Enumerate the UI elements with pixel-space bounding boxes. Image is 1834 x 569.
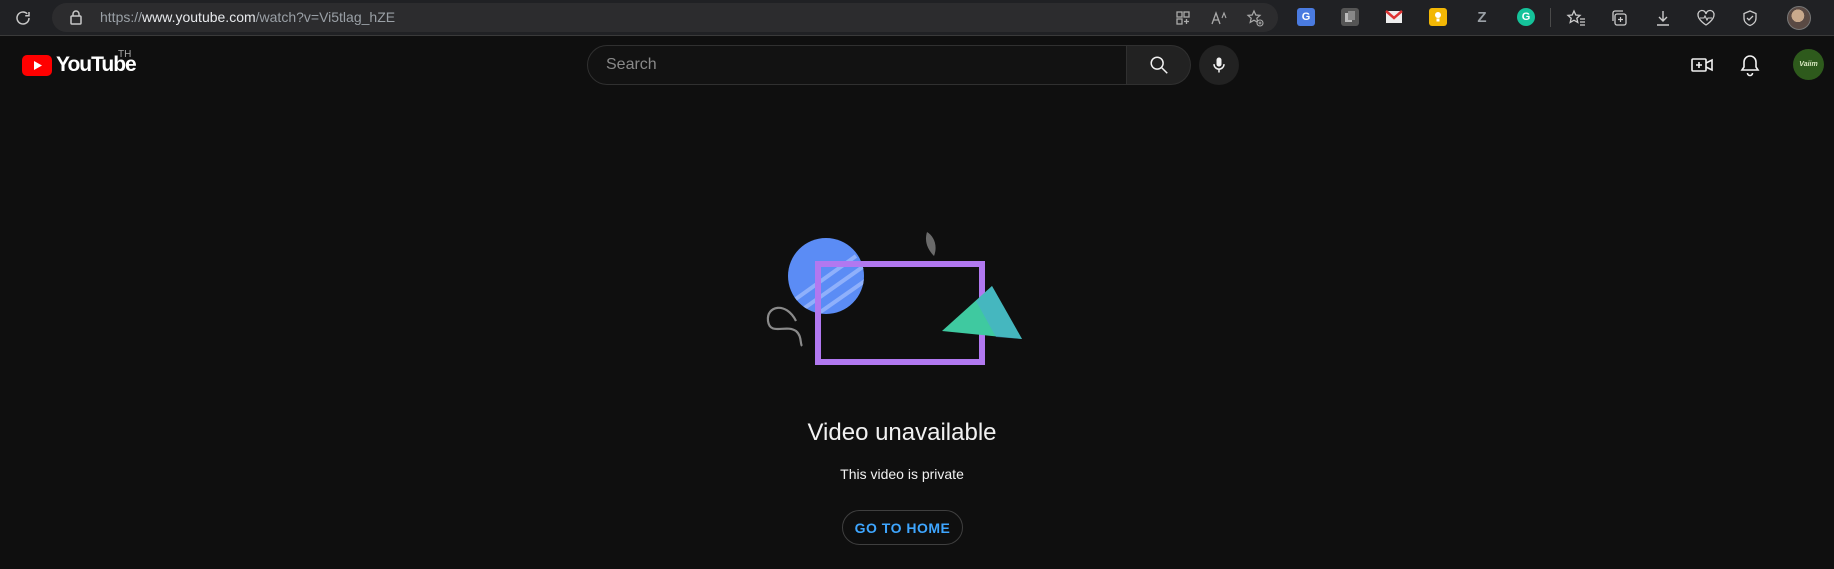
browser-toolbar: https://www.youtube.com/watch?v=Vi5tlag_…	[0, 0, 1834, 36]
address-bar[interactable]: https://www.youtube.com/watch?v=Vi5tlag_…	[52, 3, 1278, 32]
google-translate-icon[interactable]: G	[1297, 8, 1315, 26]
toolbar-divider	[1550, 8, 1551, 27]
create-video-button[interactable]	[1689, 52, 1715, 78]
read-aloud-icon[interactable]	[1210, 9, 1228, 27]
squiggle-shape	[766, 306, 803, 347]
voice-search-button[interactable]	[1199, 45, 1239, 85]
security-icon[interactable]	[1739, 7, 1761, 29]
profile-icon[interactable]	[1787, 6, 1811, 30]
search-box[interactable]	[587, 45, 1127, 85]
search-icon	[1149, 56, 1168, 74]
notifications-button[interactable]	[1737, 52, 1763, 78]
bell-icon	[1740, 55, 1760, 77]
create-video-icon	[1691, 58, 1713, 72]
youtube-play-icon	[22, 54, 52, 76]
downloads-icon[interactable]	[1652, 7, 1674, 29]
country-code: TH	[118, 49, 132, 60]
zotero-icon[interactable]: Z	[1473, 8, 1491, 26]
url-path: /watch?v=Vi5tlag_hZE	[255, 9, 396, 25]
page-title: Video unavailable	[807, 419, 997, 446]
page-subtitle: This video is private	[840, 466, 964, 482]
url-domain: www.youtube.com	[142, 9, 256, 25]
favorite-add-icon[interactable]	[1246, 9, 1264, 27]
go-to-home-button[interactable]: GO TO HOME	[842, 510, 963, 545]
url-scheme: https://	[100, 9, 143, 25]
lock-icon[interactable]	[68, 9, 84, 25]
favorites-icon[interactable]	[1565, 7, 1587, 29]
teardrop-shape	[925, 232, 936, 256]
browser-essentials-icon[interactable]	[1695, 7, 1717, 29]
video-unavailable-illustration	[766, 232, 1022, 365]
search-input[interactable]	[604, 46, 1104, 84]
extension-icon[interactable]	[1341, 8, 1359, 26]
reload-icon[interactable]	[12, 7, 34, 29]
collections-icon[interactable]	[1608, 7, 1630, 29]
grammarly-icon[interactable]: G	[1517, 8, 1535, 26]
microphone-icon	[1213, 57, 1225, 73]
avatar[interactable]: Vaiim	[1793, 49, 1824, 80]
google-keep-icon[interactable]	[1429, 8, 1447, 26]
gmail-icon[interactable]	[1385, 8, 1403, 26]
app-available-icon[interactable]	[1174, 9, 1192, 27]
url-text[interactable]: https://www.youtube.com/watch?v=Vi5tlag_…	[100, 9, 395, 26]
youtube-logo[interactable]: YouTube TH	[22, 49, 137, 77]
search-button[interactable]	[1127, 45, 1191, 85]
